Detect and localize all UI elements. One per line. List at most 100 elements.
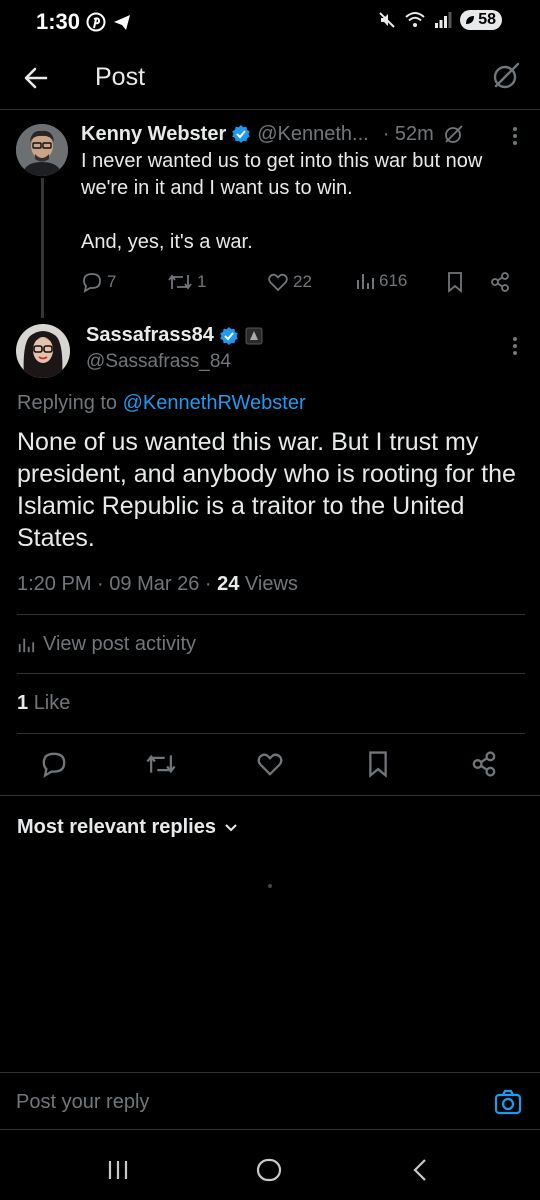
- affiliate-badge-icon: [245, 327, 263, 344]
- parent-post-text: I never wanted us to get into this war b…: [81, 150, 483, 253]
- parent-reply-count: 7: [107, 272, 117, 291]
- parent-author-handle[interactable]: @Kenneth...: [257, 123, 368, 146]
- parent-repost-count: 1: [197, 272, 207, 291]
- post-meta: 1:20 PM · 09 Mar 26 · 24 Views: [17, 573, 298, 595]
- likes-summary[interactable]: 1 Like: [17, 692, 70, 715]
- likes-label: Like: [33, 692, 71, 714]
- main-author-name[interactable]: Sassafrass84: [86, 324, 214, 347]
- post-time: 1:20 PM: [17, 573, 92, 595]
- divider: [17, 733, 525, 734]
- parent-like-button[interactable]: 22: [267, 271, 312, 293]
- system-back-button[interactable]: [410, 1158, 430, 1187]
- replying-prefix: Replying to: [17, 392, 118, 414]
- reply-icon: [83, 273, 101, 293]
- parent-post-time: · 52m: [382, 122, 434, 145]
- repost-icon: [168, 274, 192, 290]
- more-icon: [513, 337, 517, 355]
- parent-reply-button[interactable]: 7: [81, 271, 116, 293]
- camera-icon: [494, 1089, 522, 1115]
- reply-button[interactable]: [40, 750, 68, 783]
- divider: [17, 614, 525, 615]
- back-button[interactable]: [20, 62, 52, 94]
- telegram-icon: [114, 15, 130, 30]
- battery-indicator: 58: [460, 10, 502, 30]
- main-post-actions: [0, 750, 540, 780]
- wifi-icon: [405, 12, 425, 27]
- parent-author-row[interactable]: Kenny Webster @Kenneth... · 52m: [81, 122, 466, 146]
- share-icon: [491, 272, 509, 292]
- post-date: 09 Mar 26: [109, 573, 200, 595]
- like-icon: [257, 753, 283, 776]
- replying-to-link[interactable]: @KennethRWebster: [123, 392, 306, 414]
- grok-icon: [493, 62, 520, 89]
- main-more-button[interactable]: [512, 336, 518, 361]
- share-button[interactable]: [470, 750, 498, 783]
- bookmark-icon: [369, 751, 387, 778]
- reply-input[interactable]: [16, 1091, 456, 1114]
- thread-line: [41, 178, 44, 318]
- back-arrow-icon: [24, 67, 48, 89]
- parent-bookmark-button[interactable]: [445, 271, 465, 293]
- like-icon: [268, 273, 288, 292]
- divider: [0, 795, 540, 796]
- views-icon: [357, 274, 374, 289]
- post-views-count: 24: [217, 573, 240, 595]
- repost-button[interactable]: [145, 750, 177, 783]
- like-button[interactable]: [256, 750, 284, 783]
- parent-view-count: 616: [379, 271, 408, 290]
- reply-composer: [0, 1072, 540, 1130]
- system-nav-bar: [0, 1140, 540, 1200]
- battery-level: 58: [478, 11, 496, 28]
- parent-share-button[interactable]: [489, 271, 511, 293]
- camera-button[interactable]: [494, 1089, 522, 1120]
- replies-sort-dropdown[interactable]: Most relevant replies: [17, 816, 238, 839]
- post-views-label: Views: [244, 573, 298, 595]
- parent-post-actions: 7 1 22 616: [81, 271, 521, 297]
- home-button[interactable]: [256, 1158, 282, 1187]
- parent-views-button[interactable]: 616: [355, 271, 407, 291]
- status-time: 1:30: [36, 9, 81, 34]
- recents-button[interactable]: [106, 1158, 130, 1187]
- parent-repost-button[interactable]: 1: [167, 271, 206, 293]
- verified-badge-icon: [220, 326, 238, 345]
- grok-icon[interactable]: [442, 122, 466, 146]
- grok-button[interactable]: [490, 60, 522, 92]
- view-post-activity[interactable]: View post activity: [17, 633, 196, 656]
- parent-author-avatar[interactable]: [16, 124, 68, 176]
- views-icon: [18, 638, 35, 652]
- avatar-image: [16, 324, 70, 378]
- recents-icon: [108, 1161, 128, 1179]
- mute-icon: [379, 12, 395, 28]
- main-author-handle[interactable]: @Sassafrass_84: [86, 351, 231, 373]
- status-left-icons: [86, 12, 132, 32]
- battery-saver-icon: [466, 16, 475, 24]
- main-post-text: None of us wanted this war. But I trust …: [17, 428, 516, 552]
- reply-icon: [42, 752, 66, 778]
- parent-author-name[interactable]: Kenny Webster: [81, 123, 226, 146]
- replying-to: Replying to @KennethRWebster: [17, 392, 306, 415]
- chevron-down-icon: [225, 823, 237, 831]
- home-icon: [256, 1158, 282, 1182]
- replies-sort-label: Most relevant replies: [17, 816, 216, 838]
- bookmark-icon: [448, 272, 462, 293]
- verified-badge-icon: [232, 125, 251, 143]
- share-icon: [472, 751, 496, 777]
- page-header: Post: [0, 46, 540, 110]
- main-author-row[interactable]: Sassafrass84: [86, 324, 263, 347]
- more-icon: [513, 127, 517, 145]
- likes-count: 1: [17, 692, 29, 714]
- parent-like-count: 22: [293, 272, 312, 291]
- main-author-avatar[interactable]: [16, 324, 70, 378]
- view-post-activity-label: View post activity: [43, 633, 197, 655]
- signal-icon: [435, 12, 452, 28]
- avatar-image: [16, 124, 68, 176]
- status-bar: 1:30 58: [0, 0, 540, 46]
- status-right-icons: 58: [378, 10, 502, 30]
- loading-indicator: [268, 884, 272, 888]
- repost-icon: [146, 754, 176, 774]
- pinterest-icon: [86, 12, 106, 32]
- back-nav-icon: [413, 1159, 426, 1181]
- page-title: Post: [95, 63, 146, 91]
- divider: [17, 673, 525, 674]
- bookmark-button[interactable]: [365, 750, 391, 783]
